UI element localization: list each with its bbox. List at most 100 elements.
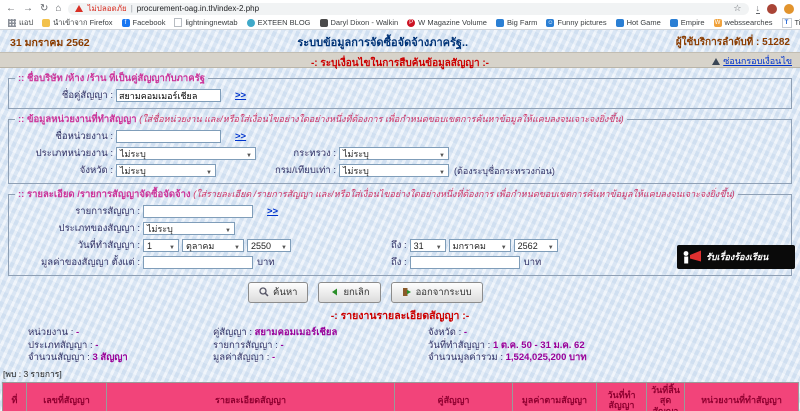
summary-column-2: คู่สัญญา : สยามคอมเมอร์เชียล รายการสัญญา… [213,327,428,365]
summary-item-value: - [280,340,283,351]
cancel-button[interactable]: ยกเลิก [318,282,380,303]
site-icon [496,19,504,27]
address-bar[interactable]: ไม่ปลอดภัย | procurement-oag.in.th/index… [68,3,748,15]
bookmark-webssearches[interactable]: webssearches [714,18,773,27]
col-header-agency: หน่วยงานที่ทำสัญญา [685,382,799,411]
col-header-end-date: วันที่สิ้นสุดสัญญา [647,382,685,411]
action-buttons: ค้นหา ยกเลิก ออกจากระบบ [248,282,800,302]
party-more-link[interactable]: >> [235,90,246,101]
back-icon[interactable]: ← [6,4,16,14]
col-header-no: ที่ [3,382,27,411]
party-name-input[interactable] [116,89,221,102]
agency-type-select[interactable]: ไม่ระบุ [116,147,256,160]
summary-province-label: จังหวัด : [428,327,461,338]
contract-type-label: ประเภทของสัญญา : [15,221,140,236]
party-name-label: ชื่อคู่สัญญา : [15,88,113,103]
contract-more-link[interactable]: >> [267,206,278,217]
w-badge-icon [714,19,722,27]
condition-bar-title: -: ระบุเงื่อนไขในการสืบค้นข้อมูลสัญญา :- [311,58,489,69]
profile-avatar[interactable] [767,4,777,14]
ministry-select[interactable]: ไม่ระบุ [339,147,449,160]
logout-button[interactable]: ออกจากระบบ [391,282,483,303]
bookmark-funny-pictures[interactable]: Funny pictures [546,18,606,27]
browser-menu-icon[interactable] [784,4,794,14]
apps-grid-icon [8,19,16,27]
contract-section: :: รายละเอียด /รายการสัญญาจัดซื้อจัดจ้าง… [8,187,792,276]
chevron-down-icon [439,166,445,176]
bookmark-w-magazine[interactable]: W Magazine Volume [407,18,487,27]
date-to-day-select[interactable]: 31 [410,239,446,252]
summary-contract-type-value: - [95,340,98,351]
contract-date-label: วันที่ทำสัญญา : [15,238,140,253]
results-table-wrap: ที่ เลขที่สัญญา รายละเอียดสัญญา คู่สัญญา… [2,382,798,411]
search-button[interactable]: ค้นหา [248,282,308,303]
date-to-month-select[interactable]: มกราคม [449,239,511,252]
summary-item-label: รายการสัญญา : [213,340,278,351]
col-header-start-date: วันที่ทำสัญญา [597,382,647,411]
collapse-triangle-icon [712,58,720,65]
t-badge-icon [782,18,792,28]
province-select[interactable]: ไม่ระบุ [116,164,216,177]
date-to-year-select[interactable]: 2562 [514,239,558,252]
facebook-icon [122,19,130,27]
contract-item-input[interactable] [143,205,253,218]
department-note: (ต้องระบุชื่อกระทรวงก่อน) [454,164,555,178]
smiley-icon [546,19,554,27]
browser-toolbar: ← → ↻ ⌂ ไม่ปลอดภัย | procurement-oag.in.… [0,0,800,16]
col-header-party: คู่สัญญา [395,382,513,411]
value-to-input[interactable] [410,256,520,269]
search-icon [259,287,269,297]
bookmark-star-icon[interactable]: ☆ [733,3,741,14]
chevron-down-icon [246,149,252,159]
summary-total-label: จำนวนมูลค่ารวม : [428,352,503,363]
site-icon [670,19,678,27]
bookmark-firefox-import[interactable]: นำเข้าจาก Firefox [42,17,112,29]
p-badge-icon [407,19,415,27]
visitor-counter: ผู้ใช้บริการลำดับที่ : 51282 [676,35,790,50]
hide-condition-link[interactable]: ซ่อนกรอบเงื่อนไข [712,54,792,68]
reload-icon[interactable]: ↻ [40,4,48,14]
bookmark-tirkx[interactable]: Tirkx - Direct Anime [782,18,800,28]
summary-contract-type-label: ประเภทสัญญา : [28,340,93,351]
agency-name-label: ชื่อหน่วยงาน : [15,129,113,144]
procurement-page: 31 มกราคม 2562 ระบบข้อมูลการจัดซื้อจัดจ้… [0,30,800,411]
chevron-down-icon [234,241,240,251]
date-from-day-select[interactable]: 1 [143,239,179,252]
page-header: 31 มกราคม 2562 ระบบข้อมูลการจัดซื้อจัดจ้… [0,30,800,52]
chevron-down-icon [436,241,442,251]
contract-item-label: รายการสัญญา : [15,204,140,219]
summary-count-value: 3 สัญญา [92,352,127,363]
bookmark-big-farm[interactable]: Big Farm [496,18,537,27]
bookmark-hot-game[interactable]: Hot Game [616,18,661,27]
summary-date-label: วันที่ทำสัญญา : [428,340,490,351]
home-icon[interactable]: ⌂ [55,4,61,14]
chevron-down-icon [206,166,212,176]
value-from-input[interactable] [143,256,253,269]
bookmark-exteen-blog[interactable]: EXTEEN BLOG [247,18,311,27]
contract-type-select[interactable]: ไม่ระบุ [143,222,235,235]
bookmark-facebook[interactable]: Facebook [122,18,166,27]
date-from-year-select[interactable]: 2550 [247,239,291,252]
complaint-banner[interactable]: รับเรื่องร้องเรียน [677,245,795,269]
contract-value-label: มูลค่าของสัญญา ตั้งแต่ : [15,255,140,270]
agency-name-input[interactable] [116,130,221,143]
date-from-month-select[interactable]: ตุลาคม [182,239,244,252]
site-icon [616,19,624,27]
bookmark-daryl-dixon[interactable]: Daryl Dixon - Walkin [320,18,399,27]
value-to-label: ถึง : [391,255,407,270]
col-header-value: มูลค่าตามสัญญา [513,382,597,411]
table-header-row: ที่ เลขที่สัญญา รายละเอียดสัญญา คู่สัญญา… [3,382,799,411]
ministry-label: กระทรวง : [256,146,336,161]
bookmark-lightningnewtab[interactable]: lightningnewtab [174,18,237,27]
download-icon[interactable]: ↓ [756,4,761,14]
summary-column-1: หน่วยงาน : - ประเภทสัญญา : - จำนวนสัญญา … [28,327,213,365]
bookmark-empire[interactable]: Empire [670,18,705,27]
page-url: procurement-oag.in.th/index-2.php [137,4,259,13]
not-secure-warning-icon [75,5,83,12]
forward-icon[interactable]: → [23,4,33,14]
agency-more-link[interactable]: >> [235,131,246,142]
bookmark-apps[interactable]: แอป [8,17,33,29]
megaphone-icon [681,249,703,265]
department-select[interactable]: ไม่ระบุ [339,164,449,177]
date-to-label: ถึง : [391,238,407,253]
